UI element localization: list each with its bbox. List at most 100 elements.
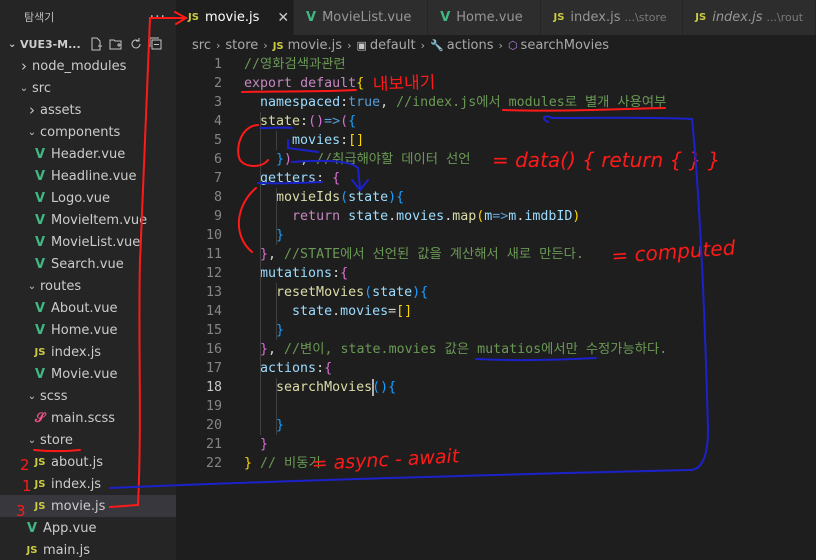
tree-item-label: main.scss bbox=[51, 410, 116, 426]
file-item[interactable]: V MovieItem.vue bbox=[0, 209, 176, 231]
file-item[interactable]: JS main.js bbox=[0, 539, 176, 560]
js-file-icon: JS bbox=[34, 500, 46, 512]
code-token: ) bbox=[412, 285, 421, 300]
file-item[interactable]: V About.vue bbox=[0, 297, 176, 319]
line-number: 21 bbox=[205, 437, 222, 452]
folder-item[interactable]: ⌄ store bbox=[0, 429, 176, 451]
breadcrumb-item[interactable]: JS movie.js bbox=[273, 38, 342, 53]
tree-item-label: MovieList.vue bbox=[51, 234, 141, 250]
scss-file-icon: 𝒮 bbox=[34, 410, 46, 426]
editor-tab[interactable]: JS index.js ...\rout bbox=[683, 0, 816, 35]
tree-item-label: index.js bbox=[51, 344, 102, 360]
tab-label: index.js bbox=[570, 10, 621, 25]
code-token: ) bbox=[572, 209, 581, 224]
editor-tab[interactable]: V Home.vue bbox=[428, 0, 542, 35]
chevron-down-icon: ⌄ bbox=[27, 280, 37, 292]
code-token: movies bbox=[340, 304, 389, 319]
code-text: state.movies=[] bbox=[244, 302, 412, 321]
tree-item-label: Home.vue bbox=[51, 322, 118, 338]
code-token: //index.js에서 modules로 별개 사용여부 bbox=[396, 95, 667, 110]
tree-item-label: store bbox=[40, 432, 73, 448]
code-line: 15 } bbox=[176, 321, 816, 340]
collapse-all-icon[interactable] bbox=[149, 37, 163, 51]
new-folder-icon[interactable] bbox=[109, 37, 123, 51]
new-file-icon[interactable] bbox=[89, 37, 103, 51]
folder-item[interactable]: ⌄ routes bbox=[0, 275, 176, 297]
project-root[interactable]: ⌄ VUE3-M... bbox=[0, 33, 176, 55]
line-number: 5 bbox=[213, 133, 222, 148]
breadcrumb-item[interactable]: store bbox=[225, 38, 258, 53]
line-number: 3 bbox=[213, 95, 222, 110]
breadcrumb-item[interactable]: 🔧 actions bbox=[430, 38, 494, 53]
line-number: 20 bbox=[205, 418, 222, 433]
code-line: 11 }, //STATE에서 선언된 값을 계산해서 새로 만든다. bbox=[176, 245, 816, 264]
editor-tab[interactable]: JS index.js ...\store bbox=[541, 0, 684, 35]
code-token: () bbox=[372, 380, 389, 395]
close-icon[interactable]: ✕ bbox=[277, 10, 289, 26]
js-file-icon: JS bbox=[26, 544, 38, 556]
tree-item-label: index.js bbox=[51, 476, 102, 492]
file-item[interactable]: JS movie.js bbox=[0, 495, 176, 517]
code-token: } bbox=[244, 456, 253, 471]
folder-item[interactable]: › node_modules bbox=[0, 55, 176, 77]
code-token: imdbID bbox=[524, 209, 573, 224]
breadcrumb-item[interactable]: ⬡ searchMovies bbox=[508, 38, 609, 53]
folder-item[interactable]: ⌄ components bbox=[0, 121, 176, 143]
code-line: 9 return state.movies.map(m=>m.imdbID) bbox=[176, 207, 816, 226]
explorer-header: 탐색기 ··· bbox=[0, 0, 176, 33]
code-text: }, //변이, state.movies 값은 mutatios에서만 수정가… bbox=[244, 340, 667, 359]
folder-item[interactable]: ⌄ scss bbox=[0, 385, 176, 407]
line-number: 6 bbox=[213, 152, 222, 167]
file-item[interactable]: 𝒮main.scss bbox=[0, 407, 176, 429]
wrench-icon: 🔧 bbox=[430, 38, 444, 52]
refresh-icon[interactable] bbox=[129, 37, 143, 51]
code-editor[interactable]: 1//영화검색과관련 2 export default{3 namespaced:t… bbox=[176, 55, 816, 560]
file-item[interactable]: V Headline.vue bbox=[0, 165, 176, 187]
editor-tab[interactable]: V MovieList.vue bbox=[294, 0, 429, 35]
code-line: 14 state.movies=[] bbox=[176, 302, 816, 321]
file-item[interactable]: V App.vue bbox=[0, 517, 176, 539]
chevron-down-icon: ⌄ bbox=[8, 38, 17, 50]
file-item[interactable]: V Home.vue bbox=[0, 319, 176, 341]
file-item[interactable]: V Search.vue bbox=[0, 253, 176, 275]
code-token: state bbox=[372, 285, 413, 300]
more-actions-icon[interactable]: ··· bbox=[150, 9, 166, 25]
breadcrumb-label: actions bbox=[446, 37, 494, 53]
breadcrumb-label: movie.js bbox=[287, 37, 343, 53]
file-item[interactable]: V Movie.vue bbox=[0, 363, 176, 385]
module-icon: ▣ bbox=[356, 38, 367, 52]
code-token: state bbox=[260, 114, 301, 129]
file-item[interactable]: V Header.vue bbox=[0, 143, 176, 165]
code-token: : bbox=[340, 95, 349, 110]
file-item[interactable]: JS index.js bbox=[0, 341, 176, 363]
line-number: 15 bbox=[205, 323, 222, 338]
code-token: [] bbox=[396, 304, 413, 319]
code-token: default bbox=[300, 76, 357, 91]
explorer-title: 탐색기 bbox=[24, 10, 55, 24]
code-text: resetMovies(state){ bbox=[244, 283, 428, 302]
vue-file-icon: V bbox=[34, 256, 46, 272]
code-token: } bbox=[276, 228, 285, 243]
vue-file-icon: V bbox=[306, 10, 317, 25]
tree-item-label: Movie.vue bbox=[51, 366, 118, 382]
file-item[interactable]: V MovieList.vue bbox=[0, 231, 176, 253]
breadcrumb: src › store › JS movie.js › ▣ default › 🔧 actions › ⬡… bbox=[176, 35, 816, 55]
tab-label: Home.vue bbox=[456, 10, 523, 25]
indent-guide bbox=[276, 188, 277, 245]
folder-item[interactable]: › assets bbox=[0, 99, 176, 121]
code-token: ( bbox=[340, 114, 349, 129]
code-token: map bbox=[452, 209, 477, 224]
breadcrumb-item[interactable]: ▣ default bbox=[356, 38, 415, 53]
editor-tab[interactable]: JS movie.js ✕ bbox=[176, 0, 294, 35]
file-item[interactable]: JS index.js bbox=[0, 473, 176, 495]
line-number: 13 bbox=[205, 285, 222, 300]
code-token: export bbox=[244, 76, 293, 91]
vue-file-icon: V bbox=[440, 10, 451, 25]
folder-item[interactable]: ⌄ src bbox=[0, 77, 176, 99]
file-item[interactable]: V Logo.vue bbox=[0, 187, 176, 209]
file-item[interactable]: JS about.js bbox=[0, 451, 176, 473]
breadcrumb-item[interactable]: src bbox=[192, 38, 211, 53]
